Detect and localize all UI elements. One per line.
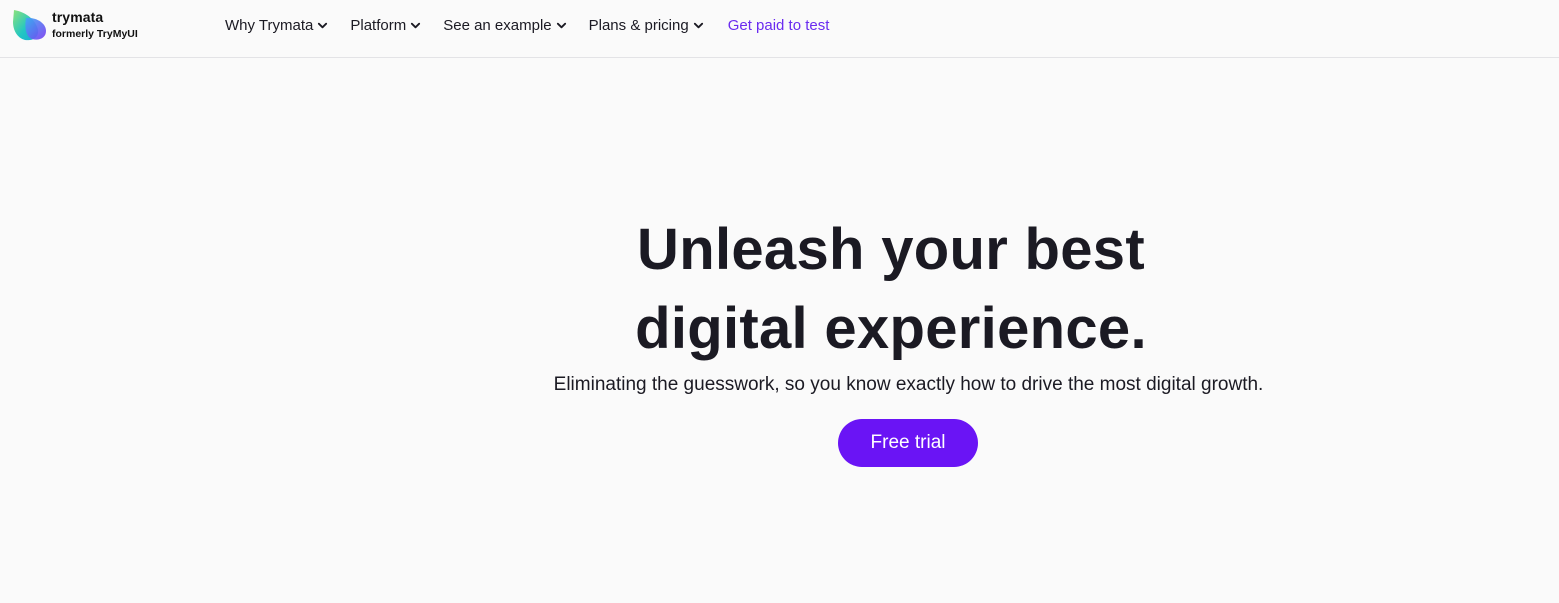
main-nav: Why Trymata Platform See an example Plan… xyxy=(225,14,829,36)
hero-title: Unleash your best digital experience. xyxy=(0,210,1559,368)
site-header: trymata formerly TryMyUI Why Trymata Pla… xyxy=(0,0,1559,58)
brand-name: trymata xyxy=(52,9,104,25)
nav-item-label: Why Trymata xyxy=(225,16,314,34)
nav-item-label: See an example xyxy=(443,16,552,34)
nav-see-an-example[interactable]: See an example xyxy=(443,17,566,34)
get-paid-to-test-link[interactable]: Get paid to test xyxy=(728,17,830,34)
chevron-down-icon xyxy=(556,22,566,28)
chevron-down-icon xyxy=(693,22,703,28)
nav-platform[interactable]: Platform xyxy=(350,17,421,34)
hero-subtitle: Eliminating the guesswork, so you know e… xyxy=(553,374,1264,395)
free-trial-button[interactable]: Free trial xyxy=(838,419,978,467)
nav-item-label: Plans & pricing xyxy=(588,16,689,34)
chevron-down-icon xyxy=(411,22,421,28)
nav-why-trymata[interactable]: Why Trymata xyxy=(225,17,328,34)
brand-subtitle: formerly TryMyUI xyxy=(52,28,138,40)
chevron-down-icon xyxy=(318,22,328,28)
nav-plans-pricing[interactable]: Plans & pricing xyxy=(589,17,704,34)
nav-item-label: Platform xyxy=(350,16,407,34)
leaf-logo-icon xyxy=(13,10,46,41)
logo[interactable]: trymata formerly TryMyUI xyxy=(12,8,152,44)
hero-section: Unleash your best digital experience. El… xyxy=(0,58,1559,603)
hero-title-line-2: digital experience. xyxy=(635,296,1147,361)
hero-title-line-1: Unleash your best xyxy=(637,217,1145,282)
